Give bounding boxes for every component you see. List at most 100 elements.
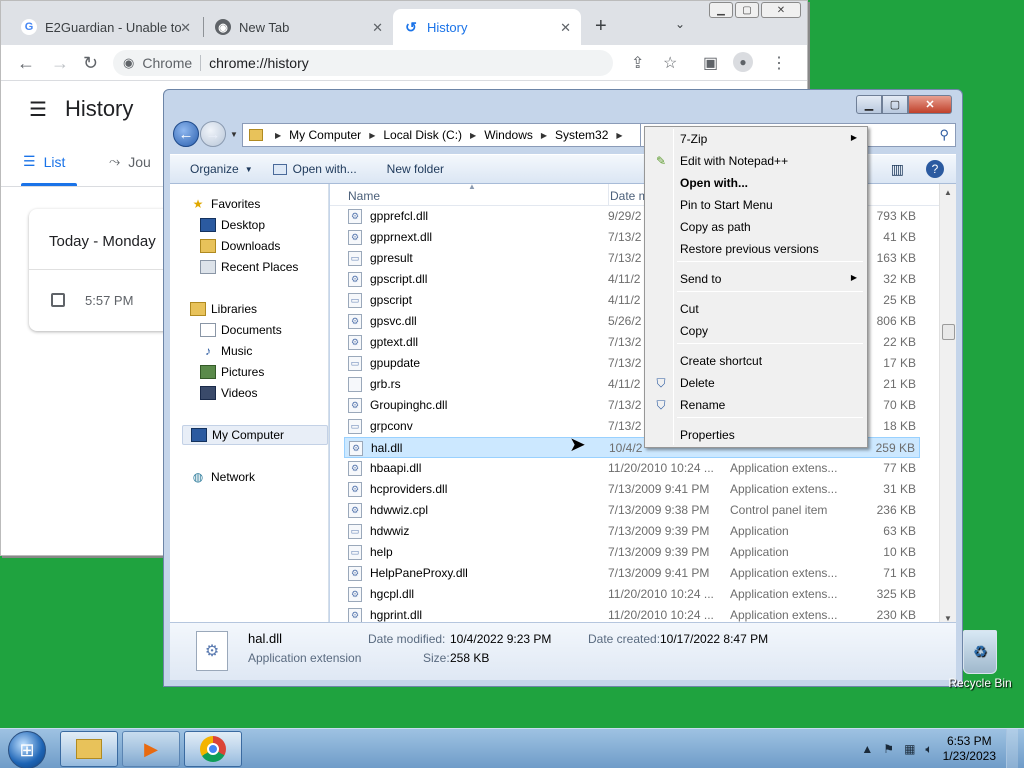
- volume-icon[interactable]: 🔈︎: [925, 742, 932, 757]
- recycle-bin[interactable]: ♻ Recycle Bin: [948, 630, 1012, 690]
- table-row[interactable]: ⚙ HelpPaneProxy.dll 7/13/2009 9:41 PM Appli…: [344, 563, 920, 584]
- breadcrumb-arrow-icon[interactable]: ▶: [470, 131, 476, 140]
- nav-desktop[interactable]: Desktop: [200, 215, 265, 235]
- menu-item-edit-with-notepad[interactable]: ✎ Edit with Notepad++: [647, 150, 865, 172]
- menu-separator: [677, 343, 863, 344]
- preview-pane-icon[interactable]: ▥: [891, 161, 904, 178]
- nav-my-computer[interactable]: My Computer: [182, 425, 328, 445]
- nav-recent-places[interactable]: Recent Places: [200, 257, 298, 277]
- details-size-label: Size:: [423, 651, 450, 665]
- menu-item-copy-as-path[interactable]: Copy as path: [647, 216, 865, 238]
- vertical-scrollbar[interactable]: ▲ ▼: [939, 184, 956, 627]
- column-name[interactable]: Name: [348, 189, 380, 203]
- maximize-button[interactable]: ▢: [882, 95, 908, 114]
- address-bar[interactable]: ◉ Chrome chrome://history: [113, 50, 613, 76]
- menu-item-delete[interactable]: ⛉ Delete: [647, 372, 865, 394]
- recent-pages-dropdown-icon[interactable]: ▼: [230, 130, 238, 139]
- close-button[interactable]: ✕: [908, 95, 952, 114]
- menu-item-pin-to-start-menu[interactable]: Pin to Start Menu: [647, 194, 865, 216]
- history-entry-checkbox[interactable]: [51, 293, 65, 307]
- table-row[interactable]: ⚙ hgcpl.dll 11/20/2010 10:24 ... Applicatio…: [344, 584, 920, 605]
- menu-item-rename[interactable]: ⛉ Rename: [647, 394, 865, 416]
- menu-item-restore-previous-versions[interactable]: Restore previous versions: [647, 238, 865, 260]
- nav-documents[interactable]: Documents: [200, 320, 282, 340]
- nav-network[interactable]: ◍ Network: [190, 467, 255, 487]
- breadcrumb-arrow-icon[interactable]: ▶: [275, 131, 281, 140]
- new-folder-button[interactable]: New folder: [387, 162, 444, 176]
- breadcrumb-local-disk[interactable]: Local Disk (C:): [383, 128, 462, 142]
- breadcrumb-system32[interactable]: System32: [555, 128, 608, 142]
- hamburger-menu-icon[interactable]: ☰: [29, 97, 47, 122]
- taskbar-explorer-button[interactable]: [60, 731, 118, 767]
- nav-pictures[interactable]: Pictures: [200, 362, 264, 382]
- tab-journeys[interactable]: ⤳ Jou: [109, 153, 151, 170]
- open-with-button[interactable]: Open with...: [272, 162, 357, 176]
- minimize-button[interactable]: ▁: [856, 95, 882, 114]
- new-tab-button[interactable]: +: [595, 15, 607, 38]
- table-row[interactable]: ⚙ hdwwiz.cpl 7/13/2009 9:38 PM Control pane…: [344, 500, 920, 521]
- breadcrumb-arrow-icon[interactable]: ▶: [616, 131, 622, 140]
- share-icon[interactable]: ⇪: [631, 53, 644, 73]
- menu-item-properties[interactable]: Properties: [647, 424, 865, 446]
- tab-search-chevron-icon[interactable]: ⌄: [675, 17, 685, 31]
- action-center-flag-icon[interactable]: ⚑: [883, 742, 894, 756]
- menu-item-send-to[interactable]: Send to ▶: [647, 268, 865, 290]
- forward-arrow-icon[interactable]: →: [51, 53, 69, 74]
- menu-item-copy[interactable]: Copy: [647, 320, 865, 342]
- menu-item-7-zip[interactable]: 7-Zip ▶: [647, 128, 865, 150]
- column-date-modified[interactable]: Date m: [610, 189, 649, 203]
- menu-item-create-shortcut[interactable]: Create shortcut: [647, 350, 865, 372]
- organize-button[interactable]: Organize ▼: [190, 162, 253, 176]
- tab-list[interactable]: ☰ List: [23, 153, 65, 170]
- close-tab-icon[interactable]: ✕: [560, 20, 571, 36]
- breadcrumb-arrow-icon[interactable]: ▶: [369, 131, 375, 140]
- back-arrow-icon[interactable]: ←: [173, 121, 199, 147]
- context-menu: 7-Zip ▶ ✎ Edit with Notepad++ Open with... Pi…: [644, 126, 868, 448]
- table-row[interactable]: ▭ help 7/13/2009 9:39 PM Application 10 KB: [344, 542, 920, 563]
- nav-videos[interactable]: Videos: [200, 383, 257, 403]
- close-tab-icon[interactable]: ✕: [180, 20, 191, 36]
- profile-avatar-icon[interactable]: ●: [733, 52, 753, 72]
- clock[interactable]: 6:53 PM 1/23/2023: [943, 734, 996, 764]
- network-icon[interactable]: ▦: [904, 742, 915, 756]
- breadcrumb-arrow-icon[interactable]: ▶: [541, 131, 547, 140]
- forward-arrow-icon[interactable]: →: [200, 121, 226, 147]
- table-row[interactable]: ⚙ hbaapi.dll 11/20/2010 10:24 ... Applicati…: [344, 458, 920, 479]
- table-row[interactable]: ▭ hdwwiz 7/13/2009 9:39 PM Application 63 KB: [344, 521, 920, 542]
- show-desktop-button[interactable]: [1006, 729, 1018, 768]
- nav-downloads[interactable]: Downloads: [200, 236, 280, 256]
- bookmark-star-icon[interactable]: ☆: [663, 53, 677, 73]
- back-arrow-icon[interactable]: ←: [17, 53, 35, 74]
- help-icon[interactable]: ?: [926, 160, 944, 178]
- search-icon[interactable]: ⚲: [939, 127, 949, 143]
- tab-history[interactable]: ↺ History ✕: [393, 9, 581, 45]
- file-date-modified: 7/13/2: [608, 398, 642, 412]
- minimize-button[interactable]: ▁: [709, 2, 733, 18]
- scroll-up-arrow-icon[interactable]: ▲: [944, 188, 952, 197]
- close-tab-icon[interactable]: ✕: [372, 20, 383, 36]
- show-hidden-icons-arrow-icon[interactable]: ▲: [861, 742, 873, 756]
- nav-music[interactable]: ♪ Music: [200, 341, 252, 361]
- taskbar-media-player-button[interactable]: ▶: [122, 731, 180, 767]
- breadcrumb-my-computer[interactable]: My Computer: [289, 128, 361, 142]
- table-row[interactable]: ⚙ hcproviders.dll 7/13/2009 9:41 PM Applica…: [344, 479, 920, 500]
- breadcrumb[interactable]: ▶ My Computer ▶ Local Disk (C:) ▶ Window…: [242, 123, 650, 147]
- taskbar-chrome-button[interactable]: [184, 731, 242, 767]
- breadcrumb-windows[interactable]: Windows: [484, 128, 533, 142]
- tab-new-tab[interactable]: ◉ New Tab ✕: [205, 9, 393, 45]
- maximize-button[interactable]: ▢: [735, 2, 759, 18]
- nav-favorites[interactable]: ★ Favorites: [190, 194, 261, 214]
- reload-icon[interactable]: ↻: [83, 53, 98, 74]
- nav-label: Desktop: [221, 218, 266, 232]
- file-name: gpresult: [370, 251, 413, 265]
- start-button[interactable]: ⊞: [8, 731, 46, 768]
- side-panel-icon[interactable]: ▣: [703, 53, 718, 73]
- menu-item-open-with[interactable]: Open with...: [647, 172, 865, 194]
- scrollbar-thumb[interactable]: [942, 324, 955, 340]
- tab-e2guardian[interactable]: G E2Guardian - Unable to ✕: [11, 9, 201, 45]
- file-type: Application extens...: [730, 482, 838, 496]
- kebab-menu-icon[interactable]: ⋮: [771, 53, 787, 73]
- nav-libraries[interactable]: Libraries: [190, 299, 257, 319]
- close-button[interactable]: ✕: [761, 2, 801, 18]
- menu-item-cut[interactable]: Cut: [647, 298, 865, 320]
